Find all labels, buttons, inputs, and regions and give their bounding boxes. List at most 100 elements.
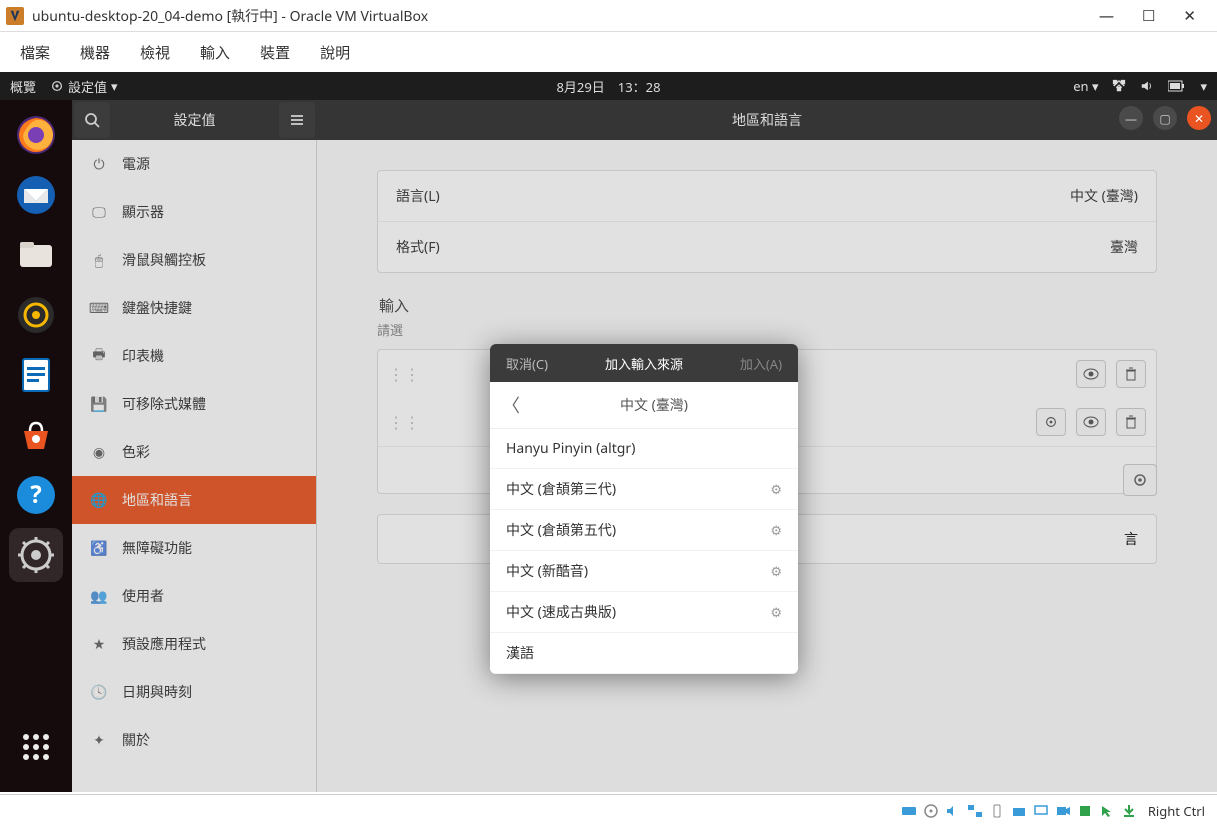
host-key-label: Right Ctrl — [1148, 802, 1205, 820]
menu-machine[interactable]: 機器 — [80, 42, 110, 63]
users-icon: 👥 — [90, 587, 108, 605]
dialog-add-button[interactable]: 加入(A) — [724, 344, 798, 382]
ubuntu-dock: ? — [0, 100, 72, 792]
view-layout-button[interactable] — [1076, 408, 1106, 436]
sidebar-item-printers[interactable]: 🖶印表機 — [72, 332, 316, 380]
search-button[interactable] — [74, 102, 110, 138]
accessibility-icon: ♿ — [90, 539, 108, 557]
mouse-icon: 🖱 — [90, 251, 108, 269]
dock-thunderbird[interactable] — [9, 168, 63, 222]
vb-audio-icon[interactable] — [944, 802, 962, 820]
vb-shared-folder-icon[interactable] — [1010, 802, 1028, 820]
search-icon — [84, 112, 100, 128]
vb-cpu-icon[interactable] — [1076, 802, 1094, 820]
vb-display-icon[interactable] — [1032, 802, 1050, 820]
vb-optical-icon[interactable] — [922, 802, 940, 820]
dialog-cancel-button[interactable]: 取消(C) — [490, 344, 564, 382]
gear-icon — [1044, 415, 1058, 429]
sidebar-item-keyboard[interactable]: ⌨鍵盤快捷鍵 — [72, 284, 316, 332]
menu-file[interactable]: 檔案 — [20, 42, 50, 63]
content-title: 地區和語言 — [732, 110, 802, 130]
dock-rhythmbox[interactable] — [9, 288, 63, 342]
vb-hdd-icon[interactable] — [900, 802, 918, 820]
media-icon: 💾 — [90, 395, 108, 413]
dock-files[interactable] — [9, 228, 63, 282]
vb-usb-icon[interactable] — [988, 802, 1006, 820]
sidebar-item-region[interactable]: 🌐地區和語言 — [72, 476, 316, 524]
view-layout-button[interactable] — [1076, 360, 1106, 388]
menu-help[interactable]: 說明 — [320, 42, 350, 63]
window-title: ubuntu-desktop-20_04-demo [執行中] - Oracle… — [32, 6, 428, 26]
globe-icon: 🌐 — [90, 491, 108, 509]
keyboard-icon: ⌨ — [90, 299, 108, 317]
menu-devices[interactable]: 裝置 — [260, 42, 290, 63]
sidebar-item-removable[interactable]: 💾可移除式媒體 — [72, 380, 316, 428]
dock-firefox[interactable] — [9, 108, 63, 162]
grip-icon[interactable]: ⋮⋮ — [388, 411, 420, 433]
vb-recording-icon[interactable] — [1054, 802, 1072, 820]
svg-text:?: ? — [30, 478, 41, 511]
dock-libreoffice[interactable] — [9, 348, 63, 402]
dialog-nav-label: 中文 (臺灣) — [522, 395, 786, 415]
input-method-item[interactable]: 中文 (速成古典版)⚙ — [490, 592, 798, 633]
maximize-button[interactable]: ☐ — [1142, 6, 1155, 26]
input-method-item[interactable]: 中文 (新酷音)⚙ — [490, 551, 798, 592]
printer-icon: 🖶 — [90, 347, 108, 365]
star-icon: ★ — [90, 635, 108, 653]
sidebar-item-mouse[interactable]: 🖱滑鼠與觸控板 — [72, 236, 316, 284]
grip-icon[interactable]: ⋮⋮ — [388, 363, 420, 385]
vb-mouse-integration-icon[interactable] — [1098, 802, 1116, 820]
lang-indicator[interactable]: en ▾ — [1073, 77, 1098, 95]
sidebar-item-datetime[interactable]: 🕓日期與時刻 — [72, 668, 316, 716]
settings-source-button[interactable] — [1036, 408, 1066, 436]
back-button[interactable]: 〈 — [502, 392, 522, 418]
format-row[interactable]: 格式(F) 臺灣 — [378, 222, 1156, 272]
window-close[interactable]: ✕ — [1187, 106, 1211, 130]
gear-icon: ⚙ — [770, 603, 782, 621]
vb-network-icon[interactable] — [966, 802, 984, 820]
input-method-item[interactable]: 漢語 — [490, 633, 798, 674]
power-icon: ⏻ — [90, 155, 108, 173]
input-options-button[interactable] — [1123, 464, 1157, 496]
menu-input[interactable]: 輸入 — [200, 42, 230, 63]
sidebar-item-accessibility[interactable]: ♿無障礙功能 — [72, 524, 316, 572]
clock[interactable]: 8月29日 13：28 — [556, 77, 660, 96]
sidebar-item-color[interactable]: ◉色彩 — [72, 428, 316, 476]
minimize-button[interactable]: — — [1099, 6, 1114, 26]
hamburger-button[interactable] — [279, 102, 315, 138]
chevron-down-icon: ▾ — [111, 77, 118, 95]
gear-icon — [1132, 472, 1148, 488]
system-indicators[interactable]: en ▾ ▾ — [1073, 77, 1207, 95]
dialog-nav: 〈 中文 (臺灣) — [490, 382, 798, 429]
display-icon: 🖵 — [90, 203, 108, 221]
dock-software[interactable] — [9, 408, 63, 462]
sidebar-item-displays[interactable]: 🖵顯示器 — [72, 188, 316, 236]
dock-help[interactable]: ? — [9, 468, 63, 522]
activities-button[interactable]: 概覽 — [10, 77, 36, 96]
gnome-topbar: 概覽 設定值 ▾ 8月29日 13：28 en ▾ ▾ — [0, 72, 1217, 100]
vb-keyboard-captured-icon[interactable] — [1120, 802, 1138, 820]
sidebar-item-power[interactable]: ⏻電源 — [72, 140, 316, 188]
dock-settings[interactable] — [9, 528, 63, 582]
ubuntu-desktop: 概覽 設定值 ▾ 8月29日 13：28 en ▾ ▾ ? 設 — [0, 72, 1217, 792]
sidebar-item-users[interactable]: 👥使用者 — [72, 572, 316, 620]
dock-show-apps[interactable] — [9, 720, 63, 774]
settings-sidebar: ⏻電源 🖵顯示器 🖱滑鼠與觸控板 ⌨鍵盤快捷鍵 🖶印表機 💾可移除式媒體 ◉色彩… — [72, 140, 317, 792]
input-method-item[interactable]: Hanyu Pinyin (altgr) — [490, 429, 798, 469]
menu-view[interactable]: 檢視 — [140, 42, 170, 63]
sidebar-item-default-apps[interactable]: ★預設應用程式 — [72, 620, 316, 668]
virtualbox-icon — [6, 7, 24, 25]
close-button[interactable]: ✕ — [1183, 6, 1196, 26]
language-row[interactable]: 語言(L) 中文 (臺灣) — [378, 171, 1156, 222]
menu-icon — [289, 112, 305, 128]
window-maximize[interactable]: ▢ — [1153, 106, 1177, 130]
remove-source-button[interactable] — [1116, 408, 1146, 436]
input-method-item[interactable]: 中文 (倉頡第五代)⚙ — [490, 510, 798, 551]
window-minimize[interactable]: — — [1119, 106, 1143, 130]
gear-icon: ⚙ — [770, 562, 782, 580]
input-method-item[interactable]: 中文 (倉頡第三代)⚙ — [490, 469, 798, 510]
trash-icon — [1124, 415, 1138, 429]
sidebar-item-about[interactable]: ✦關於 — [72, 716, 316, 764]
app-menu[interactable]: 設定值 ▾ — [50, 77, 118, 96]
remove-source-button[interactable] — [1116, 360, 1146, 388]
